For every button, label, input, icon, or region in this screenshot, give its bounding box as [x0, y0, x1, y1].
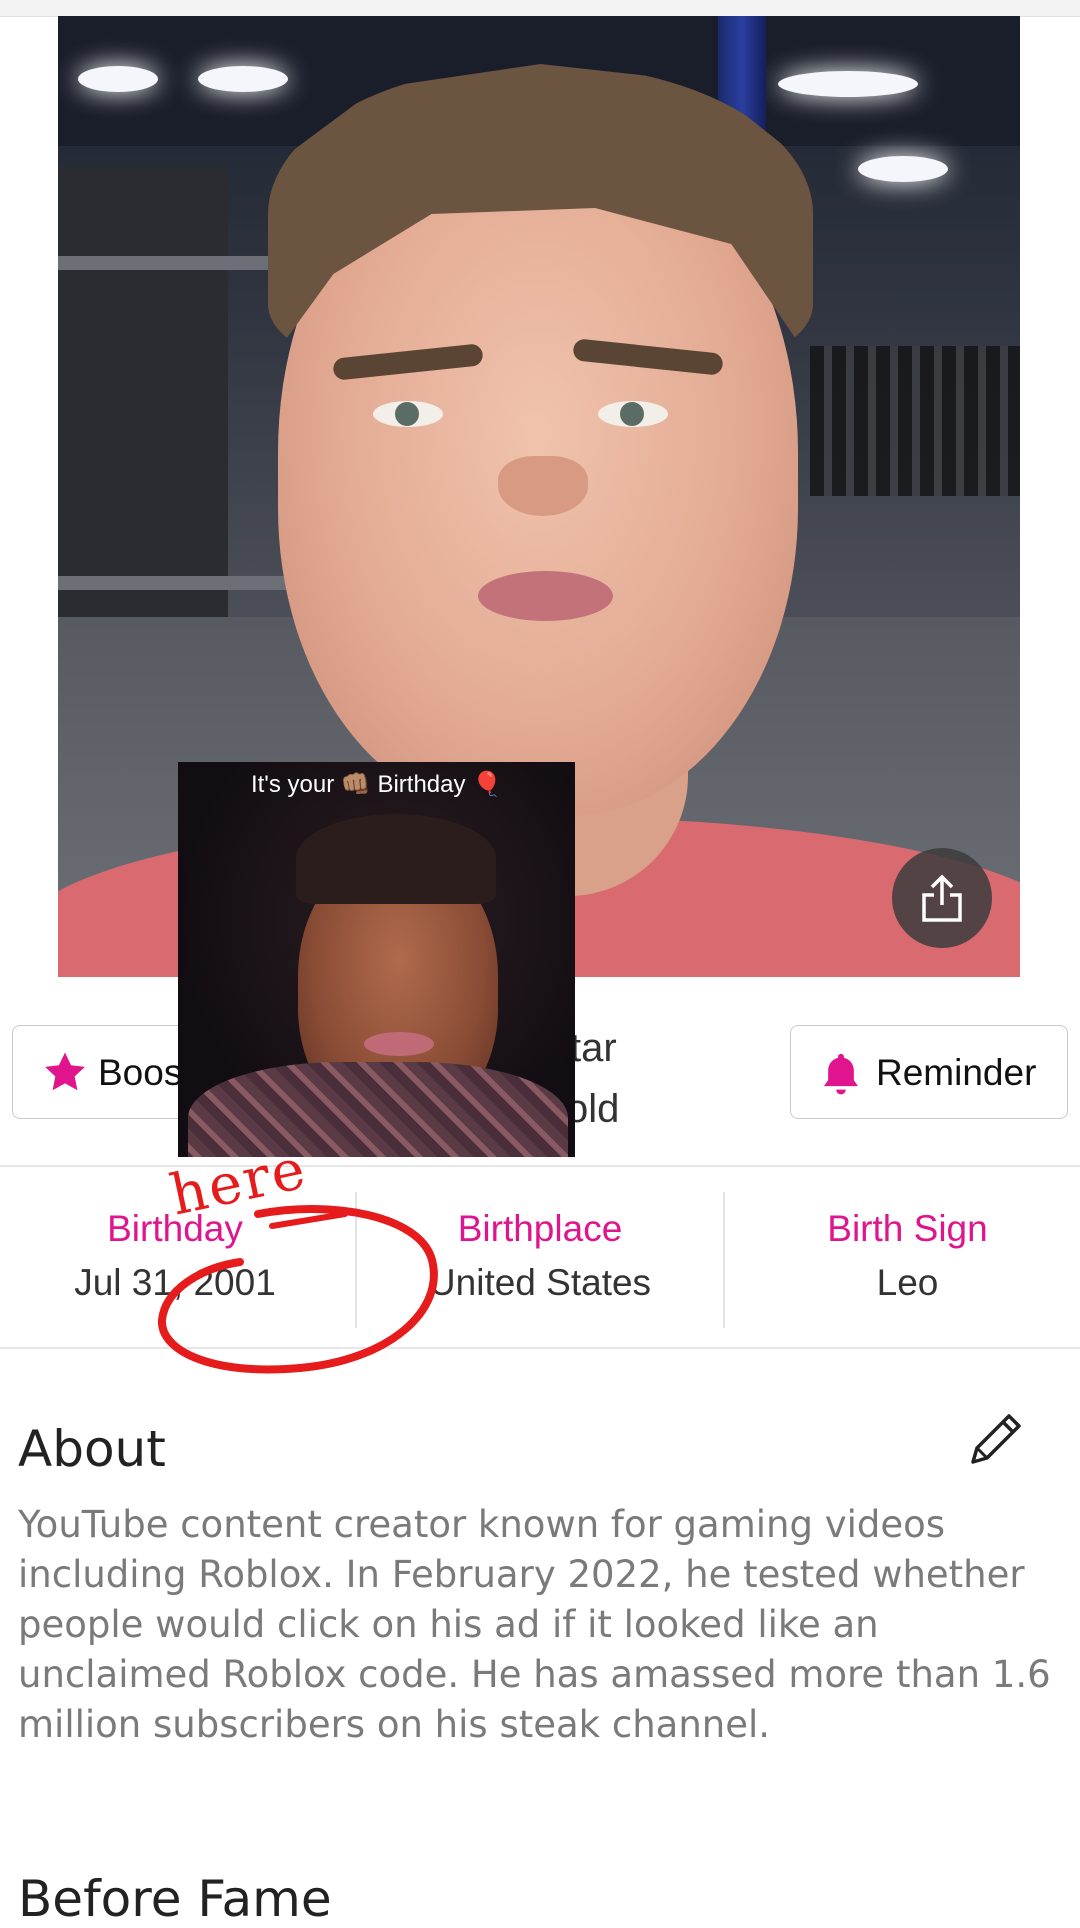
birth-sign-label: Birth Sign — [827, 1208, 988, 1249]
bell-icon — [823, 1053, 859, 1095]
photo-light — [78, 66, 158, 92]
share-button[interactable] — [892, 848, 992, 948]
birthday-value: Jul 31, 2001 — [74, 1262, 276, 1303]
photo-mouth — [478, 571, 613, 621]
column-divider — [355, 1192, 357, 1328]
overlay-caption: It's your 👊🏽 Birthday 🎈 — [250, 771, 503, 798]
divider — [0, 1347, 1080, 1349]
overlay-lips — [364, 1032, 434, 1056]
photo-light — [198, 66, 288, 92]
pencil-icon — [971, 1414, 1021, 1464]
overlay-hair — [296, 814, 496, 904]
about-text: YouTube content creator known for gaming… — [18, 1503, 1051, 1746]
divider — [0, 1165, 1080, 1167]
birth-sign-value: Leo — [876, 1262, 939, 1303]
stats-fragment-1: tar — [570, 1026, 617, 1070]
star-icon — [45, 1052, 85, 1091]
column-divider — [723, 1192, 725, 1328]
photo-dumbbells — [810, 346, 1020, 496]
top-bar — [0, 0, 1080, 17]
share-icon — [922, 874, 962, 922]
birthday-video-overlay[interactable]: It's your 👊🏽 Birthday 🎈 — [178, 762, 575, 1157]
reminder-button[interactable]: Reminder — [790, 1025, 1068, 1119]
photo-nose — [498, 456, 588, 516]
about-title: About — [18, 1420, 166, 1478]
boost-button[interactable]: Boos — [12, 1025, 202, 1119]
reminder-label: Reminder — [876, 1052, 1037, 1093]
before-fame-title: Before Fame — [18, 1870, 332, 1928]
photo-eye — [598, 401, 668, 427]
photo-rack-bar — [58, 256, 288, 270]
birthplace-label: Birthplace — [457, 1208, 623, 1249]
photo-light — [858, 156, 948, 182]
overlay-jacket — [188, 1062, 568, 1157]
birthplace-value: United States — [428, 1262, 652, 1303]
photo-eye — [373, 401, 443, 427]
photo-light — [778, 71, 918, 97]
boost-label: Boos — [98, 1052, 183, 1093]
photo-rack-bar — [58, 576, 288, 590]
edit-button[interactable] — [965, 1406, 1029, 1474]
